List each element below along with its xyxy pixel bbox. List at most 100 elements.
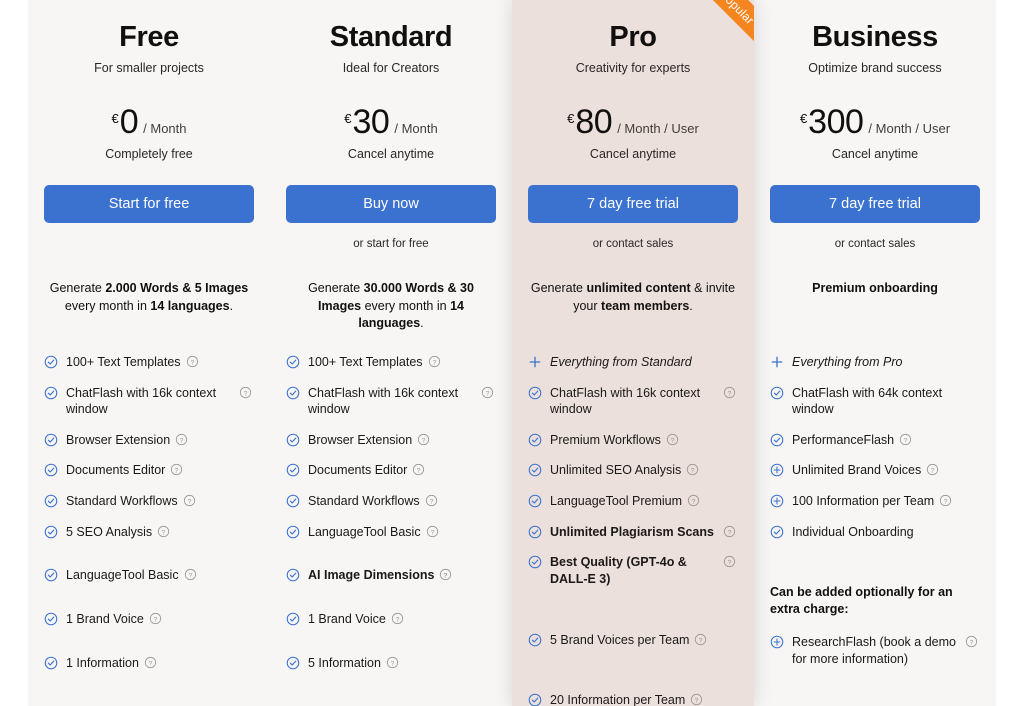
help-icon[interactable]: ? xyxy=(690,693,703,706)
svg-text:?: ? xyxy=(692,498,696,505)
help-icon[interactable]: ? xyxy=(144,656,157,669)
help-icon[interactable]: ? xyxy=(428,355,441,368)
feature-label: Premium Workflows? xyxy=(550,432,716,449)
check-icon xyxy=(770,386,784,400)
cta-subtext xyxy=(44,238,254,252)
help-icon[interactable]: ? xyxy=(439,568,452,581)
help-icon[interactable]: ? xyxy=(184,568,197,581)
feature-list: Everything from Pro ChatFlash with 64k co… xyxy=(770,354,980,540)
help-icon[interactable]: ? xyxy=(149,612,162,625)
plan-tagline: Ideal for Creators xyxy=(342,60,440,75)
check-icon xyxy=(770,433,784,447)
check-icon xyxy=(286,656,300,670)
help-icon[interactable]: ? xyxy=(183,494,196,507)
help-icon[interactable]: ? xyxy=(686,463,699,476)
pricing-table: Free For smaller projects €0/ Month Complet… xyxy=(28,0,996,706)
plan-summary: Premium onboarding xyxy=(812,280,938,295)
svg-text:?: ? xyxy=(904,437,908,444)
plus-icon xyxy=(770,355,784,369)
feature-item: Premium Workflows? xyxy=(528,432,738,449)
feature-label: Everything from Pro xyxy=(792,354,903,369)
help-icon[interactable]: ? xyxy=(157,525,170,538)
feature-label: Standard Workflows? xyxy=(308,493,474,510)
cta-button-free[interactable]: Start for free xyxy=(44,184,254,223)
help-icon[interactable]: ? xyxy=(417,433,430,446)
help-icon[interactable]: ? xyxy=(666,433,679,446)
help-icon[interactable]: ? xyxy=(175,433,188,446)
plan-summary: Generate 2.000 Words & 5 Images every mo… xyxy=(49,280,249,313)
help-icon[interactable]: ? xyxy=(694,633,707,646)
help-icon[interactable]: ? xyxy=(481,386,494,399)
help-icon[interactable]: ? xyxy=(170,463,183,476)
price-amount: 30 xyxy=(352,102,390,141)
feature-label: 100+ Text Templates? xyxy=(66,354,232,371)
svg-text:?: ? xyxy=(728,560,732,567)
help-icon[interactable]: ? xyxy=(899,433,912,446)
feature-item: 100 Information per Team? xyxy=(770,493,980,510)
feature-list: 100+ Text Templates? ChatFlash with 16k c… xyxy=(44,354,254,671)
help-icon[interactable]: ? xyxy=(391,612,404,625)
check-icon xyxy=(286,525,300,539)
help-icon[interactable]: ? xyxy=(939,494,952,507)
help-icon[interactable]: ? xyxy=(412,463,425,476)
feature-label: 5 Information? xyxy=(308,655,474,672)
plan-summary: Generate unlimited content & invite your… xyxy=(530,280,736,313)
help-icon[interactable]: ? xyxy=(723,386,736,399)
plan-name: Business xyxy=(812,21,938,53)
check-icon xyxy=(286,386,300,400)
svg-text:?: ? xyxy=(417,468,421,475)
price-note: Completely free xyxy=(105,146,193,161)
currency-symbol: € xyxy=(111,110,119,126)
check-icon xyxy=(286,612,300,626)
feature-item: 1 Brand Voice? xyxy=(44,611,254,628)
check-icon xyxy=(44,355,58,369)
svg-text:?: ? xyxy=(162,529,166,536)
check-icon xyxy=(44,656,58,670)
help-icon[interactable]: ? xyxy=(386,656,399,669)
price-row: €80/ Month / User xyxy=(528,105,738,139)
currency-symbol: € xyxy=(344,110,352,126)
help-icon[interactable]: ? xyxy=(926,463,939,476)
help-icon[interactable]: ? xyxy=(186,355,199,368)
help-icon[interactable]: ? xyxy=(425,494,438,507)
feature-label: ResearchFlash (book a demo for more info… xyxy=(792,635,956,666)
check-icon xyxy=(528,633,542,647)
currency-symbol: € xyxy=(567,110,575,126)
help-icon[interactable]: ? xyxy=(723,525,736,538)
help-icon[interactable]: ? xyxy=(723,555,736,568)
feature-label: Browser Extension? xyxy=(308,432,474,449)
svg-text:?: ? xyxy=(486,390,490,397)
check-icon xyxy=(528,693,542,706)
feature-item: PerformanceFlash? xyxy=(770,432,980,449)
check-icon xyxy=(44,494,58,508)
help-icon[interactable]: ? xyxy=(426,525,439,538)
svg-text:?: ? xyxy=(188,573,192,580)
cta-subtext[interactable]: or start for free xyxy=(286,238,496,252)
svg-text:?: ? xyxy=(728,529,732,536)
cta-subtext[interactable]: or contact sales xyxy=(770,238,980,252)
cta-button-pro[interactable]: 7 day free trial xyxy=(528,184,738,223)
feature-label: ChatFlash with 16k context window xyxy=(550,385,701,417)
feature-item: 5 SEO Analysis? xyxy=(44,524,254,541)
check-icon xyxy=(44,612,58,626)
svg-text:?: ? xyxy=(728,390,732,397)
help-icon[interactable]: ? xyxy=(965,635,978,648)
check-icon xyxy=(286,433,300,447)
cta-button-business[interactable]: 7 day free trial xyxy=(770,184,980,223)
feature-item: 20 Information per Team? xyxy=(528,692,738,706)
svg-text:?: ? xyxy=(699,637,703,644)
price-period: / Month xyxy=(143,120,187,136)
help-icon[interactable]: ? xyxy=(687,494,700,507)
plus-icon xyxy=(528,355,542,369)
help-icon[interactable]: ? xyxy=(239,386,252,399)
feature-label: 1 Information? xyxy=(66,655,232,672)
cta-subtext[interactable]: or contact sales xyxy=(528,238,738,252)
cta-button-standard[interactable]: Buy now xyxy=(286,184,496,223)
feature-label: 5 Brand Voices per Team? xyxy=(550,632,716,649)
price-note: Cancel anytime xyxy=(589,146,677,161)
check-icon xyxy=(770,525,784,539)
price-period: / Month xyxy=(394,120,438,136)
svg-text:?: ? xyxy=(429,498,433,505)
check-icon xyxy=(528,433,542,447)
plan-name: Free xyxy=(119,21,179,53)
